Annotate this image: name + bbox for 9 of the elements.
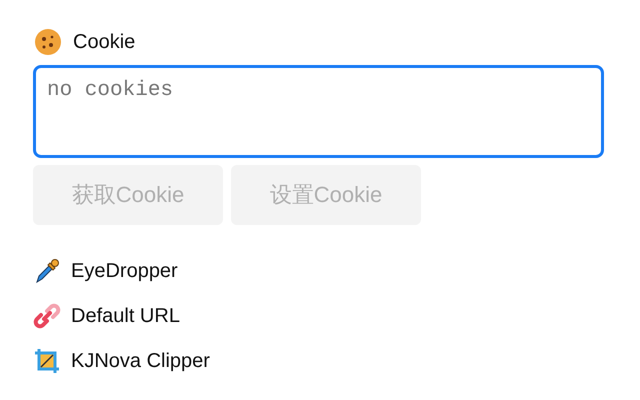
crop-icon: [33, 347, 61, 375]
tool-link[interactable]: Default URL: [71, 304, 180, 328]
section-title: Cookie: [73, 30, 136, 54]
link-icon: [33, 302, 61, 330]
cookie-input-field[interactable]: no cookies: [33, 65, 604, 158]
tool-link[interactable]: KJNova Clipper: [71, 350, 210, 372]
tool-link[interactable]: EyeDropper: [71, 260, 178, 282]
eyedropper-icon: [33, 257, 61, 285]
cookie-icon: [33, 27, 63, 57]
